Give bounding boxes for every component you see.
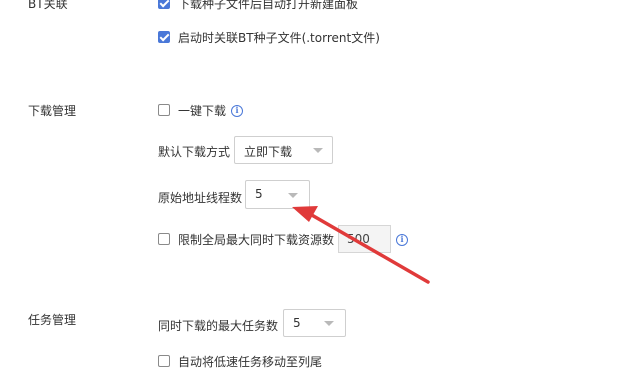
origin-threads-value: 5 — [255, 187, 263, 201]
max-tasks-dropdown[interactable]: 5 — [283, 309, 346, 337]
section-label-bt: BT关联 — [28, 0, 68, 11]
info-icon[interactable]: i — [231, 105, 243, 117]
red-arrow-icon — [292, 206, 430, 284]
option-label-auto-open-panel: 下载种子文件后自动打开新建面板 — [178, 0, 359, 11]
max-tasks-value: 5 — [293, 316, 301, 330]
limit-sources-input[interactable]: 500 — [338, 225, 391, 253]
limit-sources-label: 限制全局最大同时下载资源数 — [178, 233, 335, 247]
chevron-down-icon — [288, 193, 298, 198]
checkbox-limit-sources[interactable] — [158, 233, 170, 245]
info-icon[interactable]: i — [396, 234, 408, 246]
chevron-down-icon — [313, 148, 323, 153]
chevron-down-icon — [324, 321, 334, 326]
default-mode-value: 立即下载 — [244, 145, 293, 159]
limit-sources-value: 500 — [347, 232, 370, 246]
max-tasks-label: 同时下载的最大任务数 — [158, 319, 279, 333]
default-mode-dropdown[interactable]: 立即下载 — [234, 136, 333, 164]
checkbox-partial-row[interactable] — [158, 355, 170, 367]
partial-row-label: 自动将低速任务移动至列尾 — [178, 355, 323, 369]
checkbox-associate-torrent[interactable] — [158, 31, 170, 43]
origin-threads-dropdown[interactable]: 5 — [245, 180, 310, 209]
checkbox-one-click-download[interactable] — [158, 104, 170, 116]
origin-threads-label: 原始地址线程数 — [158, 191, 243, 205]
section-label-tasks: 任务管理 — [28, 313, 77, 327]
section-label-download: 下载管理 — [28, 104, 77, 118]
checkbox-auto-open-panel[interactable] — [158, 0, 170, 9]
option-label-associate-torrent: 启动时关联BT种子文件(.torrent文件) — [178, 31, 380, 45]
default-mode-label: 默认下载方式 — [158, 145, 231, 159]
one-click-download-label: 一键下载 — [178, 104, 227, 118]
